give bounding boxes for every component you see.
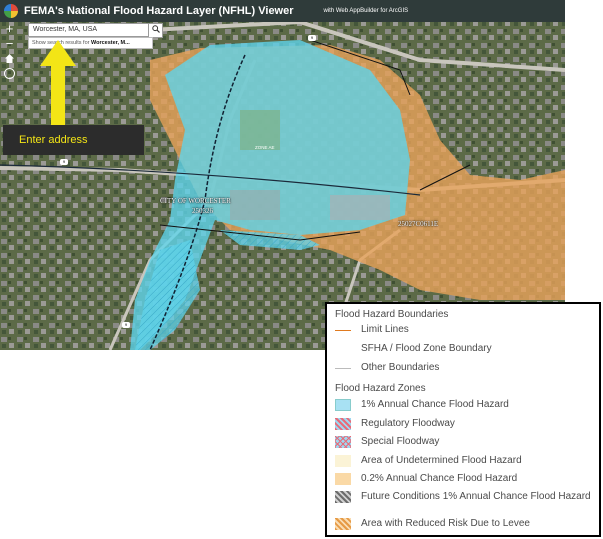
app-subtitle: with Web AppBuilder for ArcGIS — [323, 8, 409, 14]
legend-item-label: Regulatory Floodway — [361, 418, 455, 429]
route-shield: 9 — [308, 35, 316, 41]
legend-item: Regulatory Floodway — [335, 418, 593, 430]
legend-item-label: Future Conditions 1% Annual Chance Flood… — [361, 491, 591, 502]
legend-item: SFHA / Flood Zone Boundary — [335, 343, 593, 355]
one-percent-swatch — [335, 399, 351, 411]
locate-icon[interactable] — [3, 67, 16, 80]
enter-address-callout: Enter address — [3, 125, 144, 155]
up-arrow-icon — [40, 40, 76, 130]
sfha-boundary-swatch — [335, 343, 351, 350]
zoom-out-button[interactable]: − — [3, 37, 16, 50]
legend-item: Future Conditions 1% Annual Chance Flood… — [335, 491, 593, 503]
legend-item: Limit Lines — [335, 324, 593, 336]
special-floodway-swatch — [335, 436, 351, 448]
legend-boundaries-title: Flood Hazard Boundaries — [335, 309, 449, 320]
city-id-label: 250326 — [192, 207, 213, 215]
zone-label: ZONE AE — [255, 145, 275, 150]
levee-swatch — [335, 518, 351, 530]
map-view[interactable]: CITY OF WORCESTER 250326 25027C0611E ZON… — [0, 0, 565, 350]
route-shield: 9 — [122, 322, 130, 328]
app-logo-icon — [4, 4, 18, 18]
regulatory-floodway-swatch — [335, 418, 351, 430]
legend-item-label: 1% Annual Chance Flood Hazard — [361, 399, 509, 410]
legend-item: Area of Undetermined Flood Hazard — [335, 455, 593, 467]
legend-item: 1% Annual Chance Flood Hazard — [335, 399, 593, 411]
limit-line-swatch — [335, 324, 351, 331]
app-title: FEMA's National Flood Hazard Layer (NFHL… — [24, 5, 294, 17]
search-input[interactable]: Worcester, MA, USA — [28, 23, 152, 37]
panel-id-label: 25027C0611E — [398, 220, 439, 228]
legend-item-label: Limit Lines — [361, 324, 409, 335]
legend-item: Area with Reduced Risk Due to Levee — [335, 518, 593, 530]
route-shield: 9 — [60, 159, 68, 165]
other-boundary-swatch — [335, 362, 351, 369]
legend-panel: Flood Hazard Boundaries Limit Lines SFHA… — [325, 302, 601, 537]
legend-item-label: SFHA / Flood Zone Boundary — [361, 343, 492, 354]
legend-item-label: Special Floodway — [361, 436, 440, 447]
city-label: CITY OF WORCESTER — [160, 197, 231, 205]
suggestion-term: Worcester, M... — [91, 40, 130, 46]
zoom-in-button[interactable]: + — [3, 22, 16, 35]
legend-item: 0.2% Annual Chance Flood Hazard — [335, 473, 593, 485]
app-header: FEMA's National Flood Hazard Layer (NFHL… — [0, 0, 565, 22]
legend-item-label: Area with Reduced Risk Due to Levee — [361, 518, 530, 529]
undetermined-swatch — [335, 455, 351, 467]
point-two-percent-swatch — [335, 473, 351, 485]
legend-item-label: 0.2% Annual Chance Flood Hazard — [361, 473, 518, 484]
future-conditions-swatch — [335, 491, 351, 503]
search-icon[interactable] — [148, 23, 163, 38]
aerial-basemap — [0, 0, 565, 350]
legend-item-label: Other Boundaries — [361, 362, 440, 373]
legend-item: Special Floodway — [335, 436, 593, 448]
home-icon[interactable] — [3, 53, 16, 66]
legend-zones-title: Flood Hazard Zones — [335, 383, 426, 394]
legend-item: Other Boundaries — [335, 362, 593, 374]
legend-item-label: Area of Undetermined Flood Hazard — [361, 455, 522, 466]
